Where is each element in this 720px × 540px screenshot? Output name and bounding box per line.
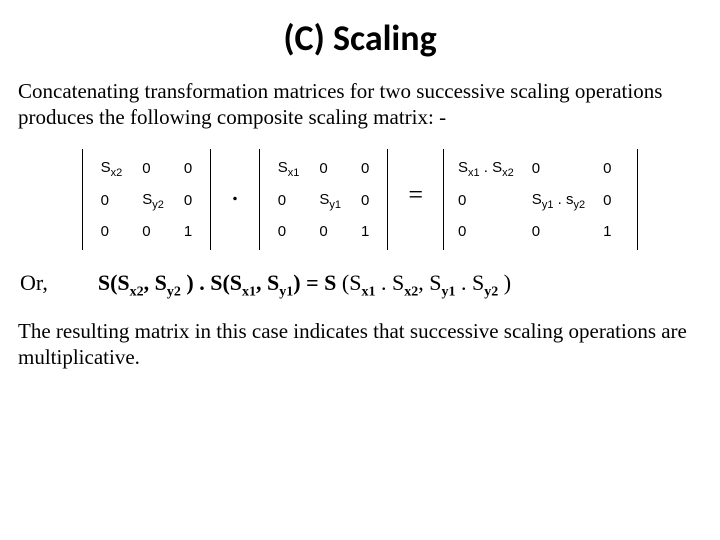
m3-r1c0: 0: [452, 185, 532, 217]
m1-r1c0: 0: [91, 185, 133, 217]
equals-operator: =: [406, 180, 425, 210]
m2-r2c2: 1: [351, 217, 379, 246]
m3-r2c0: 0: [452, 217, 532, 246]
intro-paragraph: Concatenating transformation matrices fo…: [18, 78, 702, 131]
m3-r2c1: 0: [532, 217, 603, 246]
m1-r2c0: 0: [91, 217, 133, 246]
slide-title: (C) Scaling: [18, 16, 702, 60]
m2-r0c0: Sx1: [268, 153, 310, 185]
scaling-function-equation: S(Sx2, Sy2 ) . S(Sx1, Sy1) = S (Sx1 . Sx…: [98, 270, 511, 300]
m1-r0c0: Sx2: [91, 153, 133, 185]
m2-r2c0: 0: [268, 217, 310, 246]
m2-r1c2: 0: [351, 185, 379, 217]
or-equation-row: Or, S(Sx2, Sy2 ) . S(Sx1, Sy1) = S (Sx1 …: [20, 270, 702, 300]
dot-operator: .: [229, 174, 241, 208]
or-label: Or,: [20, 270, 48, 296]
m1-r0c1: 0: [132, 153, 174, 185]
matrix-s2: Sx2 0 0 0 Sy2 0 0 0 1: [82, 149, 212, 250]
m1-r1c2: 0: [174, 185, 202, 217]
m2-r0c1: 0: [309, 153, 351, 185]
m3-r0c2: 0: [603, 153, 629, 185]
slide: (C) Scaling Concatenating transformation…: [0, 0, 720, 540]
m3-r0c0: Sx1 . Sx2: [452, 153, 532, 185]
matrix-s1: Sx1 0 0 0 Sy1 0 0 0 1: [259, 149, 389, 250]
matrix-result: Sx1 . Sx2 0 0 0 Sy1 . sy2 0 0 0 1: [443, 149, 638, 250]
m1-r2c2: 1: [174, 217, 202, 246]
m2-r0c2: 0: [351, 153, 379, 185]
matrix-equation: Sx2 0 0 0 Sy2 0 0 0 1 . Sx: [18, 149, 702, 250]
m1-r1c1: Sy2: [132, 185, 174, 217]
m2-r1c0: 0: [268, 185, 310, 217]
outro-paragraph: The resulting matrix in this case indica…: [18, 318, 702, 371]
m2-r2c1: 0: [309, 217, 351, 246]
m3-r0c1: 0: [532, 153, 603, 185]
m3-r2c2: 1: [603, 217, 629, 246]
m3-r1c1: Sy1 . sy2: [532, 185, 603, 217]
m3-r1c2: 0: [603, 185, 629, 217]
m2-r1c1: Sy1: [309, 185, 351, 217]
m1-r0c2: 0: [174, 153, 202, 185]
m1-r2c1: 0: [132, 217, 174, 246]
